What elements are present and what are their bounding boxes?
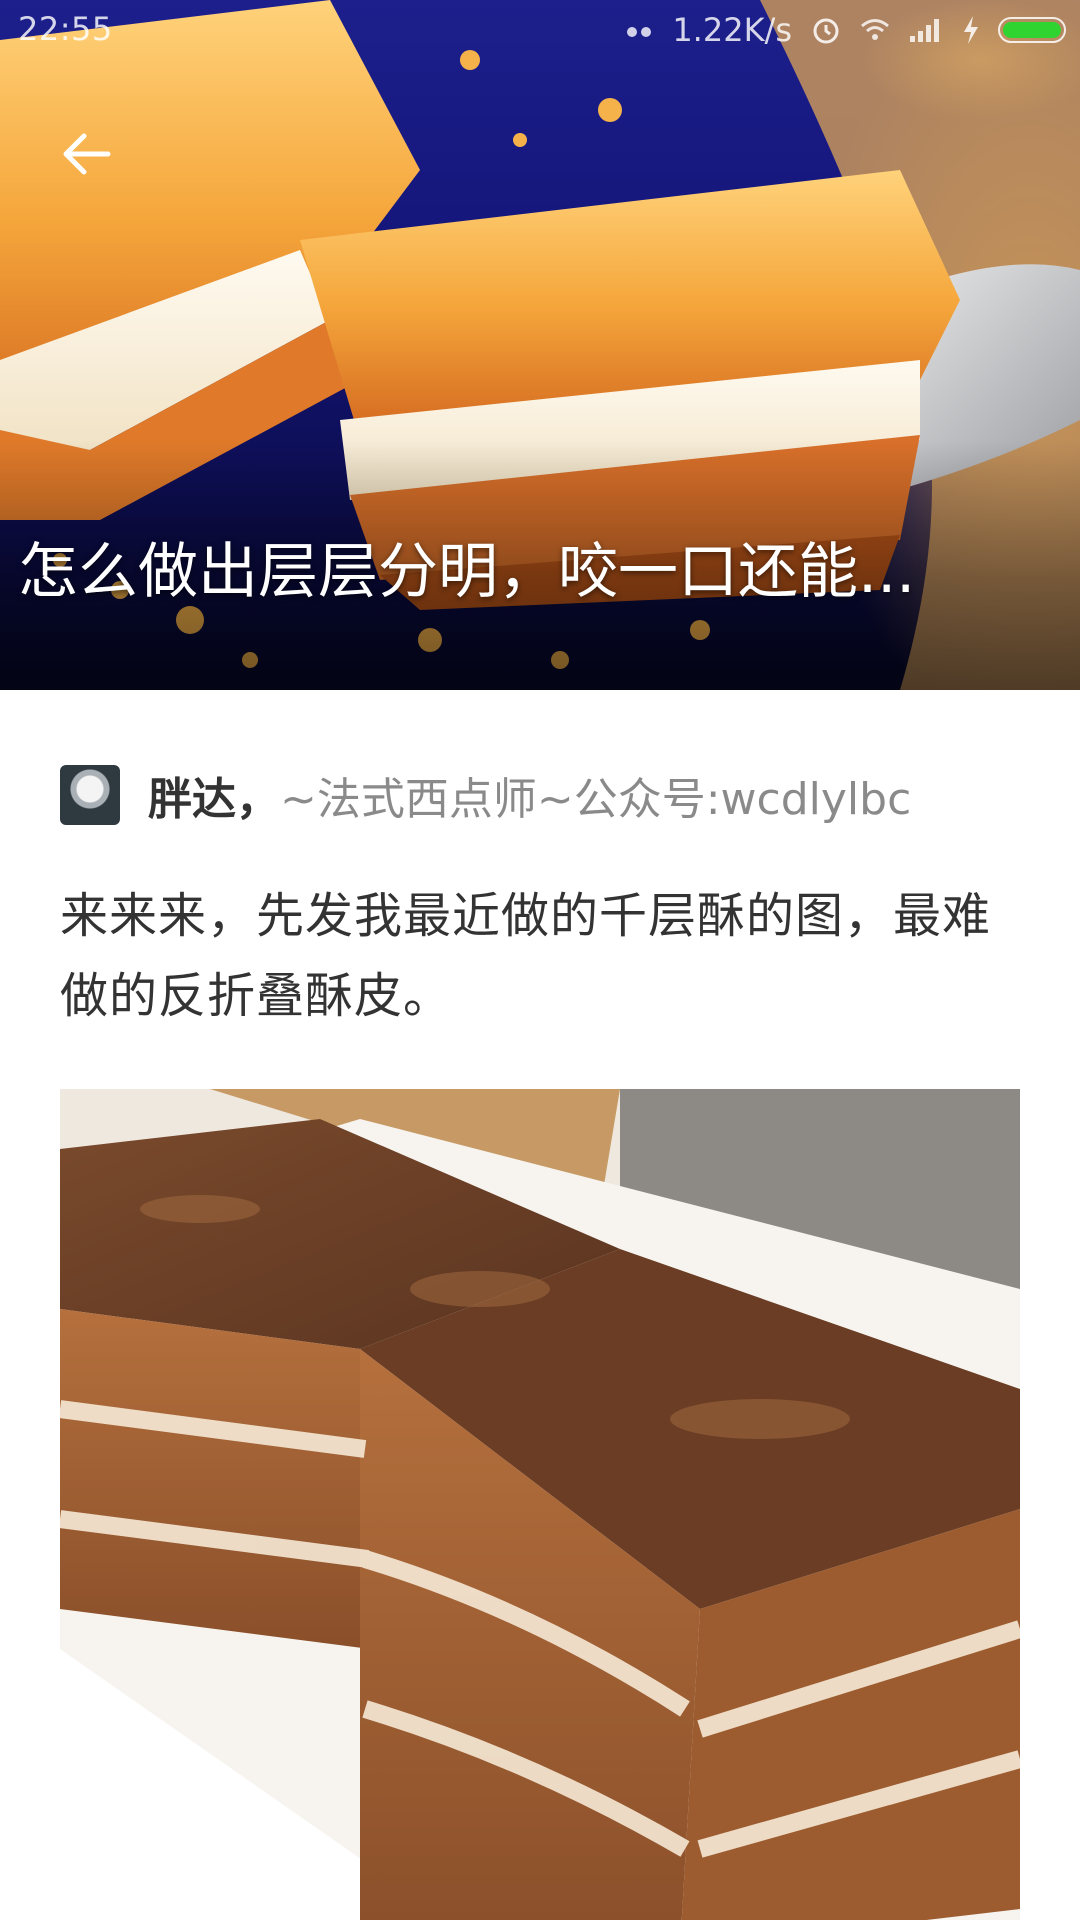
arrow-left-icon xyxy=(63,133,111,175)
battery-icon xyxy=(998,17,1066,43)
status-time: 22:55 xyxy=(18,10,113,48)
notification-dots-icon xyxy=(627,27,652,37)
author-bio: ~法式西点师~公众号:wcdlylbc xyxy=(280,774,912,825)
status-bar: 22:55 1.22K/s xyxy=(0,0,1080,60)
answer-image[interactable] xyxy=(60,1089,1020,1920)
question-title[interactable]: 怎么做出层层分明，咬一口还能... xyxy=(18,532,1058,612)
author-name[interactable]: 胖达， xyxy=(148,763,280,827)
battery-level-fill xyxy=(1003,22,1061,38)
charging-icon xyxy=(964,16,978,44)
status-icons: 1.22K/s xyxy=(624,8,1066,52)
wifi-icon xyxy=(861,19,889,40)
network-speed: 1.22K/s xyxy=(672,11,792,49)
avatar[interactable] xyxy=(60,765,120,825)
answer-body-text: 来来来，先发我最近做的千层酥的图，最难做的反折叠酥皮。 xyxy=(60,888,992,1024)
mille-feuille-photo xyxy=(60,1089,1020,1920)
alarm-icon xyxy=(813,18,839,44)
question-detail-screen: 怎么做出层层分明，咬一口还能... 22:55 1.22K/s 胖达， ~法式西… xyxy=(0,0,1080,1920)
hero-image: 怎么做出层层分明，咬一口还能... xyxy=(0,0,1080,690)
signal-icon xyxy=(910,19,939,42)
back-button[interactable] xyxy=(40,108,132,200)
answer-author[interactable]: 胖达， ~法式西点师~公众号:wcdlylbc xyxy=(60,764,1040,826)
